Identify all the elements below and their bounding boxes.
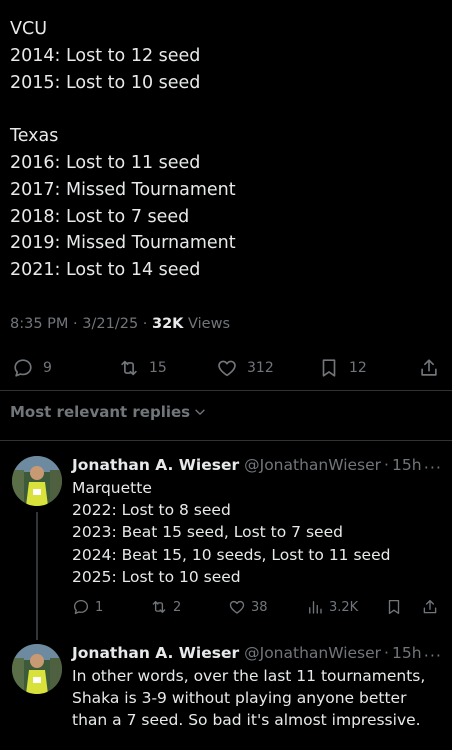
avatar[interactable] [12, 456, 62, 506]
tweet-time[interactable]: 8:35 PM [10, 316, 68, 332]
reply-text: Marquette 2022: Lost to 8 seed 2023: Bea… [72, 477, 444, 588]
reply-time[interactable]: 15h [392, 456, 422, 474]
more-options-button[interactable]: ··· [424, 458, 442, 477]
tweet-line: VCU [10, 19, 47, 39]
reply-line: 2022: Lost to 8 seed [72, 501, 231, 520]
reply-line: 2023: Beat 15 seed, Lost to 7 seed [72, 523, 343, 542]
avatar-photo-icon [12, 456, 62, 506]
tweet-line: 2015: Lost to 10 seed [10, 72, 201, 93]
reply-header: Jonathan A. Wieser @JonathanWieser · 15h [72, 644, 422, 662]
reply-time[interactable]: 15h [392, 644, 422, 662]
repost-button[interactable]: 15 [118, 352, 167, 384]
heart-icon [229, 600, 245, 614]
reply-text: In other words, over the last 11 tournam… [72, 665, 444, 732]
reply-line: Shaka is 3-9 without playing anyone bett… [72, 689, 407, 708]
meta-separator: · [384, 644, 389, 662]
reply-action-bar: 1 2 38 3.2K [0, 595, 452, 619]
like-button[interactable]: 312 [216, 352, 274, 384]
reply-header: Jonathan A. Wieser @JonathanWieser · 15h [72, 456, 422, 474]
user-handle[interactable]: @JonathanWieser [244, 644, 381, 662]
reply-item[interactable]: Jonathan A. Wieser @JonathanWieser · 15h… [0, 644, 452, 750]
meta-separator: · [142, 316, 152, 332]
reply-button[interactable]: 1 [72, 595, 103, 619]
reply-count: 9 [43, 360, 52, 376]
reply-line: 2024: Beat 15, 10 seeds, Lost to 11 seed [72, 545, 391, 564]
tweet-line: 2021: Lost to 14 seed [10, 260, 201, 281]
repost-count: 15 [149, 360, 167, 376]
like-button[interactable]: 38 [228, 595, 268, 619]
share-icon [423, 599, 437, 614]
tweet-line: 2019: Missed Tournament [10, 233, 236, 254]
tweet-line: 2018: Lost to 7 seed [10, 206, 190, 227]
views-count: 32K [152, 316, 184, 332]
reply-line: than a 7 seed. So bad it's almost impres… [72, 711, 421, 730]
repost-count: 2 [173, 599, 182, 615]
reply-icon [73, 599, 89, 615]
share-button[interactable] [418, 352, 440, 384]
bookmark-icon [388, 599, 400, 615]
reply-item[interactable]: Jonathan A. Wieser @JonathanWieser · 15h… [0, 456, 452, 640]
repost-icon [121, 360, 137, 376]
reply-count: 1 [95, 599, 104, 615]
tweet-line: 2016: Lost to 11 seed [10, 152, 201, 173]
avatar-photo-icon [12, 644, 62, 694]
heart-icon [218, 360, 236, 377]
tweet-line [10, 96, 442, 123]
tweet-date[interactable]: 3/21/25 [82, 316, 138, 332]
views-count: 3.2K [329, 599, 359, 615]
bookmark-count: 12 [349, 360, 367, 376]
meta-separator: · [73, 316, 83, 332]
display-name[interactable]: Jonathan A. Wieser [72, 456, 239, 474]
reply-line: Marquette [72, 479, 152, 497]
avatar[interactable] [12, 644, 62, 694]
views-label: Views [188, 316, 230, 332]
more-options-button[interactable]: ··· [424, 646, 442, 665]
analytics-icon [309, 601, 322, 614]
tweet-line: 2017: Missed Tournament [10, 179, 236, 200]
bookmark-button[interactable] [385, 595, 403, 619]
chevron-down-icon [195, 409, 205, 415]
tweet-meta: 8:35 PM · 3/21/25 · 32K Views [10, 316, 230, 332]
reply-line: 2025: Lost to 10 seed [72, 567, 241, 586]
reply-icon [14, 359, 32, 377]
bookmark-button[interactable]: 12 [318, 352, 367, 384]
like-count: 38 [251, 599, 268, 615]
thread-line [36, 512, 38, 640]
repost-icon [152, 601, 166, 613]
repost-button[interactable]: 2 [150, 595, 181, 619]
tweet-line: Texas [10, 126, 59, 147]
display-name[interactable]: Jonathan A. Wieser [72, 644, 239, 662]
reply-button[interactable]: 9 [12, 352, 52, 384]
share-icon [421, 359, 437, 376]
tweet-text: VCU 2014: Lost to 12 seed 2015: Lost to … [10, 16, 442, 284]
views-button[interactable]: 3.2K [306, 595, 358, 619]
replies-sort-toggle[interactable]: Most relevant replies [10, 403, 207, 421]
reply-line: In other words, over the last 11 tournam… [72, 667, 426, 685]
share-button[interactable] [421, 595, 439, 619]
tweet-line: 2014: Lost to 12 seed [10, 45, 201, 66]
sort-label: Most relevant replies [10, 403, 191, 421]
user-handle[interactable]: @JonathanWieser [244, 456, 381, 474]
divider [0, 390, 452, 391]
divider [0, 440, 452, 441]
meta-separator: · [384, 456, 389, 474]
tweet-action-bar: 9 15 312 12 [0, 352, 452, 384]
bookmark-icon [322, 359, 336, 377]
like-count: 312 [247, 360, 274, 376]
